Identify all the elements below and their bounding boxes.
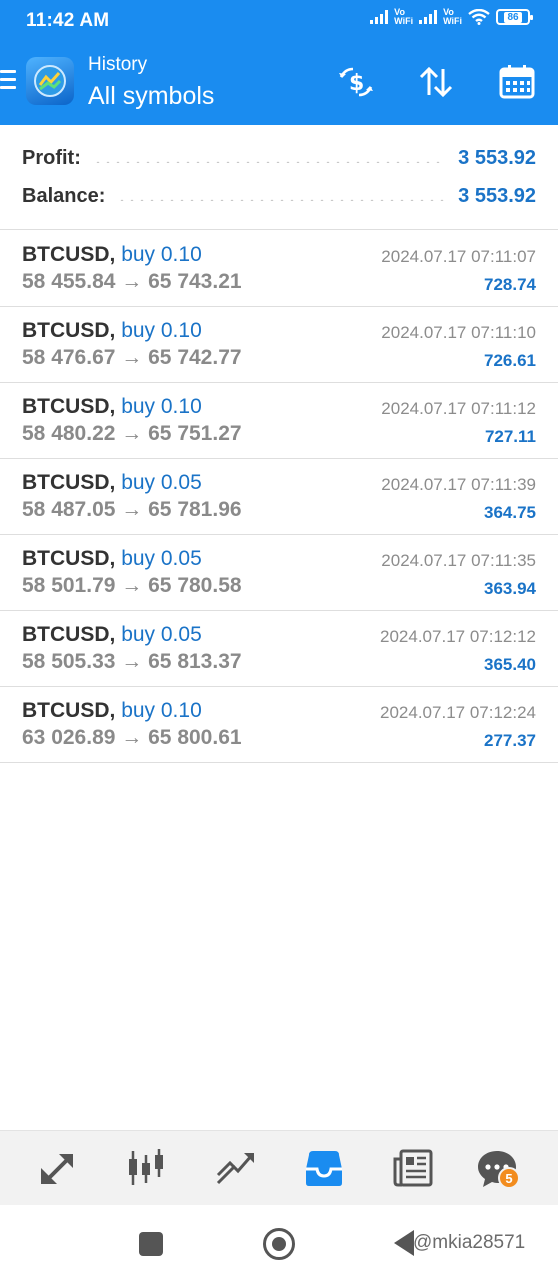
header-title[interactable]: All symbols: [88, 82, 214, 111]
chat-icon[interactable]: 5: [472, 1145, 522, 1191]
deal-row[interactable]: BTCUSD, buy 0.10 58 480.22 → 65 751.27 2…: [0, 383, 558, 459]
arrow: →: [121, 498, 143, 521]
deal-open-price: 58 455.84: [22, 270, 116, 293]
deal-symbol: BTCUSD,: [22, 395, 116, 418]
deal-symbol: BTCUSD,: [22, 623, 116, 646]
deal-profit: 727.11: [484, 427, 536, 446]
dotted-leader: [92, 161, 447, 163]
deal-row[interactable]: BTCUSD, buy 0.05 58 505.33 → 65 813.37 2…: [0, 611, 558, 687]
deal-type: buy 0.10: [121, 395, 202, 418]
arrow: →: [121, 270, 143, 293]
deal-close-price: 65 743.21: [148, 270, 242, 293]
deal-profit: 363.94: [484, 579, 536, 598]
chat-badge: 5: [498, 1167, 520, 1189]
arrow: →: [121, 726, 143, 749]
deal-time: 2024.07.17 07:11:10: [381, 323, 536, 342]
profit-label: Profit:: [22, 146, 81, 169]
status-icons: Vo WiFi Vo WiFi 86: [370, 7, 533, 26]
deal-profit: 277.37: [484, 731, 536, 750]
deal-time: 2024.07.17 07:12:12: [380, 627, 536, 646]
deal-open-price: 58 476.67: [22, 346, 116, 369]
deal-symbol: BTCUSD,: [22, 319, 116, 342]
history-icon[interactable]: [299, 1145, 349, 1191]
quotes-icon[interactable]: [32, 1145, 82, 1191]
home-icon[interactable]: [263, 1228, 295, 1260]
deal-time: 2024.07.17 07:11:07: [381, 247, 536, 266]
deal-row[interactable]: BTCUSD, buy 0.10 63 026.89 → 65 800.61 2…: [0, 687, 558, 763]
battery-icon: 86: [496, 9, 533, 25]
deal-close-price: 65 800.61: [148, 726, 242, 749]
deal-type: buy 0.05: [121, 471, 202, 494]
deal-profit: 726.61: [484, 351, 536, 370]
svg-text:$: $: [349, 71, 364, 96]
deal-symbol: BTCUSD,: [22, 699, 116, 722]
wifi-icon: [468, 9, 490, 25]
chart-icon[interactable]: [121, 1145, 171, 1191]
volte-wifi-label: Vo WiFi: [394, 7, 414, 26]
arrow: →: [121, 346, 143, 369]
header-subtitle: History: [88, 54, 148, 75]
deal-open-price: 58 505.33: [22, 650, 116, 673]
calendar-icon[interactable]: [497, 62, 537, 102]
deal-open-price: 58 480.22: [22, 422, 116, 445]
deal-type: buy 0.05: [121, 547, 202, 570]
recents-icon[interactable]: [139, 1232, 163, 1256]
deal-type: buy 0.05: [121, 623, 202, 646]
deal-time: 2024.07.17 07:11:35: [381, 551, 536, 570]
watermark: @mkia28571: [413, 1232, 526, 1253]
deal-time: 2024.07.17 07:12:24: [380, 703, 536, 722]
status-time: 11:42 AM: [26, 10, 110, 31]
arrow: →: [121, 574, 143, 597]
balance-label: Balance:: [22, 184, 106, 207]
news-icon[interactable]: [388, 1145, 438, 1191]
deal-symbol: BTCUSD,: [22, 471, 116, 494]
balance-value: 3 553.92: [458, 184, 536, 207]
deal-type: buy 0.10: [121, 243, 202, 266]
dotted-leader: [117, 199, 447, 201]
deal-time: 2024.07.17 07:11:12: [381, 399, 536, 418]
balance-row: Balance: 3 553.92: [22, 181, 536, 211]
deal-close-price: 65 780.58: [148, 574, 242, 597]
system-nav-bar: @mkia28571: [0, 1205, 558, 1280]
deal-symbol: BTCUSD,: [22, 243, 116, 266]
deal-close-price: 65 742.77: [148, 346, 242, 369]
menu-icon[interactable]: [0, 70, 16, 92]
arrow: →: [121, 650, 143, 673]
deal-row[interactable]: BTCUSD, buy 0.05 58 487.05 → 65 781.96 2…: [0, 459, 558, 535]
deal-close-price: 65 751.27: [148, 422, 242, 445]
app-header: 11:42 AM Vo WiFi Vo WiFi 86 History All sy…: [0, 0, 558, 125]
back-icon[interactable]: [394, 1230, 414, 1256]
deal-type: buy 0.10: [121, 319, 202, 342]
deal-symbol: BTCUSD,: [22, 547, 116, 570]
profit-row: Profit: 3 553.92: [22, 143, 536, 173]
deposit-exchange-icon[interactable]: $: [336, 62, 376, 102]
deal-row[interactable]: BTCUSD, buy 0.10 58 455.84 → 65 743.21 2…: [0, 231, 558, 307]
deal-profit: 364.75: [484, 503, 536, 522]
deal-close-price: 65 781.96: [148, 498, 242, 521]
app-logo[interactable]: [26, 57, 74, 105]
deal-row[interactable]: BTCUSD, buy 0.10 58 476.67 → 65 742.77 2…: [0, 307, 558, 383]
sort-icon[interactable]: [416, 62, 456, 102]
volte-wifi-label-2: Vo WiFi: [443, 7, 462, 26]
arrow: →: [121, 422, 143, 445]
deal-open-price: 58 501.79: [22, 574, 116, 597]
deal-row[interactable]: BTCUSD, buy 0.05 58 501.79 → 65 780.58 2…: [0, 535, 558, 611]
deal-time: 2024.07.17 07:11:39: [381, 475, 536, 494]
bottom-toolbar: 5: [0, 1130, 558, 1205]
deal-open-price: 58 487.05: [22, 498, 116, 521]
signal-icon: [370, 10, 389, 24]
deal-close-price: 65 813.37: [148, 650, 242, 673]
history-summary: Profit: 3 553.92 Balance: 3 553.92: [0, 125, 558, 230]
profit-value: 3 553.92: [458, 146, 536, 169]
deal-profit: 728.74: [484, 275, 536, 294]
signal-icon-2: [419, 10, 438, 24]
deal-type: buy 0.10: [121, 699, 202, 722]
deal-profit: 365.40: [484, 655, 536, 674]
trade-icon[interactable]: [210, 1145, 260, 1191]
deal-open-price: 63 026.89: [22, 726, 116, 749]
